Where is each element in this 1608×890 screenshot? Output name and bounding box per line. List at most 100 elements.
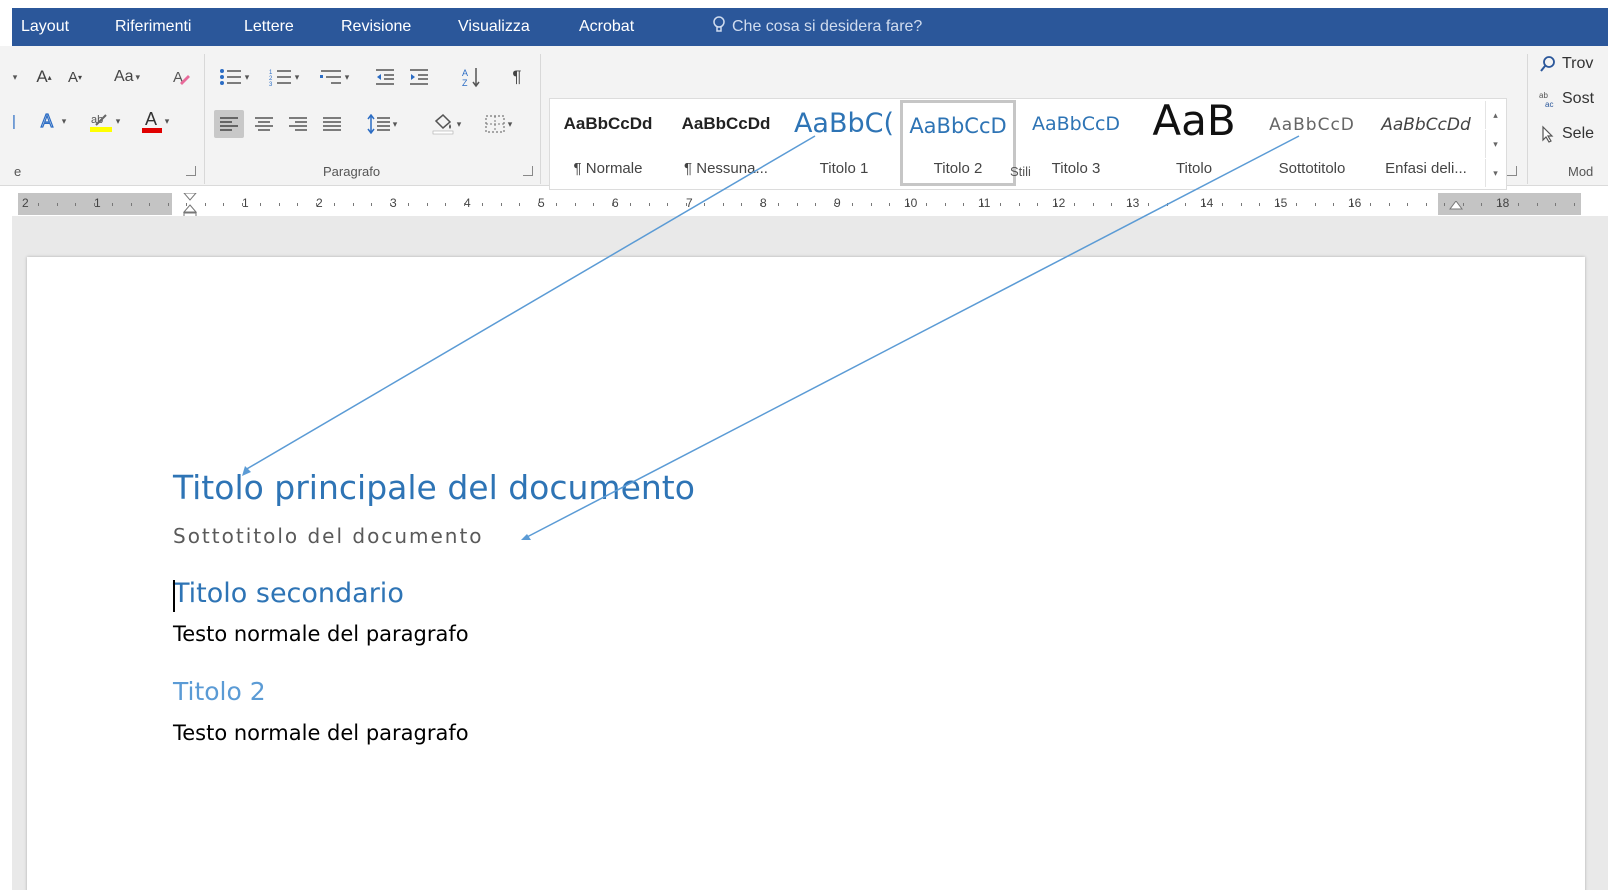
style-titolo-2[interactable]: AaBbCcD Titolo 2 — [900, 100, 1016, 186]
ruler-tick — [556, 203, 557, 206]
styles-group-label: Stili — [1010, 164, 1031, 179]
style-titolo-3[interactable]: AaBbCcD Titolo 3 — [1018, 100, 1134, 186]
ruler-tick — [1056, 203, 1057, 206]
ruler-tick — [1389, 203, 1390, 206]
heading-1[interactable]: Titolo secondario — [173, 578, 404, 609]
ruler-tick — [723, 203, 724, 206]
line-spacing-button[interactable]: ▾ — [360, 110, 404, 138]
font-color-icon: A — [141, 109, 162, 133]
clear-formatting-icon: A — [173, 69, 190, 86]
borders-button[interactable]: ▾ — [476, 110, 520, 138]
ruler-tick — [1537, 203, 1538, 206]
ruler-number: 12 — [1052, 196, 1066, 210]
style-sottotitolo[interactable]: AaBbCcD Sottotitolo — [1254, 100, 1370, 186]
font-size-dropdown-arrow-icon[interactable]: ▾ — [8, 64, 20, 90]
replace-button[interactable]: ab ac Sost — [1538, 86, 1594, 112]
paragraph-dialog-launcher-icon[interactable] — [523, 166, 533, 176]
tell-me-search[interactable]: Che cosa si desidera fare? — [712, 8, 922, 46]
align-center-button[interactable] — [250, 110, 278, 138]
ruler-tick — [741, 203, 742, 206]
numbering-button[interactable]: 1 2 3 ▾ — [262, 64, 306, 90]
style-name: ¶ Nessuna... — [684, 160, 768, 177]
ruler-tick — [963, 203, 964, 206]
shading-button[interactable]: ▾ — [424, 110, 468, 138]
ruler-tick — [704, 203, 705, 206]
ruler-tick — [1204, 203, 1205, 206]
svg-text:A: A — [462, 68, 468, 78]
sort-button[interactable]: AZ — [458, 64, 486, 90]
decrease-indent-button[interactable] — [370, 64, 400, 90]
style-preview: AaBbCcD — [1031, 113, 1121, 135]
align-left-icon — [220, 117, 238, 131]
text-effects-icon: A — [40, 110, 53, 131]
ruler-number: 18 — [1496, 196, 1510, 210]
grow-font-button[interactable]: A ▴ — [31, 64, 57, 90]
find-button[interactable]: Trov — [1538, 51, 1593, 77]
ruler-tick — [168, 203, 169, 206]
tab-revisione[interactable]: Revisione — [341, 8, 411, 46]
ruler-number: 7 — [686, 196, 693, 210]
bold-partial-button[interactable]: | — [8, 108, 20, 134]
ruler-tick — [852, 203, 853, 206]
tab-visualizza[interactable]: Visualizza — [458, 8, 530, 46]
lightbulb-icon — [713, 16, 725, 32]
style-titolo-1[interactable]: AaBbC( Titolo 1 — [786, 100, 902, 186]
multilevel-list-icon — [319, 70, 341, 84]
paragraph-1[interactable]: Testo normale del paragrafo — [173, 622, 469, 646]
shrink-font-button[interactable]: A ▾ — [62, 64, 88, 90]
change-case-button[interactable]: Aa ▾ — [105, 64, 149, 90]
tab-acrobat[interactable]: Acrobat — [579, 8, 634, 46]
highlight-color-button[interactable]: ab ▾ — [82, 108, 126, 134]
style-normale[interactable]: AaBbCcDd ¶ Normale — [550, 100, 666, 186]
ruler-tick — [223, 203, 224, 206]
ruler-tick — [871, 203, 872, 206]
document-title[interactable]: Titolo principale del documento — [173, 468, 695, 507]
gallery-scroll-down-icon[interactable]: ▾ — [1485, 130, 1505, 158]
paragraph-2[interactable]: Testo normale del paragrafo — [173, 721, 469, 745]
tab-riferimenti[interactable]: Riferimenti — [115, 8, 191, 46]
document-page[interactable] — [27, 257, 1585, 890]
text-cursor — [173, 580, 175, 612]
gallery-scroll-up-icon[interactable]: ▴ — [1485, 101, 1505, 129]
ruler-tick — [630, 203, 631, 206]
gallery-more-icon[interactable]: ▾ — [1485, 159, 1505, 187]
text-effects-button[interactable]: A ▾ — [34, 108, 70, 134]
justify-button[interactable] — [318, 110, 346, 138]
ruler-tick — [1241, 203, 1242, 206]
show-formatting-marks-button[interactable]: ¶ — [504, 64, 530, 90]
clear-formatting-button[interactable]: A — [168, 64, 194, 90]
paragraph-group-label: Paragrafo — [323, 164, 381, 179]
word-window: Layout Riferimenti Lettere Revisione Vis… — [0, 0, 1608, 890]
ruler-tick — [1333, 203, 1334, 206]
paint-bucket-icon — [432, 113, 454, 135]
heading-2[interactable]: Titolo 2 — [173, 677, 266, 706]
style-preview: AaB — [1152, 100, 1236, 145]
ruler-tick — [1296, 203, 1297, 206]
align-right-button[interactable] — [284, 110, 312, 138]
ruler-tick — [1074, 203, 1075, 206]
style-enfasi-delicata[interactable]: AaBbCcDd Enfasi deli... — [1368, 100, 1484, 186]
styles-dialog-launcher-icon[interactable] — [1507, 166, 1517, 176]
ruler-tick — [815, 203, 816, 206]
tab-lettere[interactable]: Lettere — [244, 8, 294, 46]
ruler-tick — [686, 203, 687, 206]
font-dialog-launcher-icon[interactable] — [186, 166, 196, 176]
ruler-tick — [1167, 203, 1168, 206]
font-color-button[interactable]: A ▾ — [134, 108, 176, 134]
style-nessuna-spaziatura[interactable]: AaBbCcDd ¶ Nessuna... — [668, 100, 784, 186]
style-titolo[interactable]: AaB Titolo — [1136, 100, 1252, 186]
ruler-tick — [1222, 203, 1223, 206]
horizontal-ruler[interactable]: 2 1 1 2 3 4 5 6 7 8 9 10 11 12 13 14 15 16 18 — [18, 193, 1581, 221]
document-subtitle[interactable]: Sottotitolo del documento — [173, 524, 484, 548]
ruler-tick — [1555, 203, 1556, 206]
select-button[interactable]: Sele — [1538, 121, 1594, 147]
tab-layout[interactable]: Layout — [21, 8, 69, 46]
right-indent-marker-icon[interactable] — [1449, 201, 1463, 213]
ruler-number: 8 — [760, 196, 767, 210]
increase-indent-button[interactable] — [404, 64, 434, 90]
ruler-tick — [279, 203, 280, 206]
bullets-button[interactable]: ▾ — [212, 64, 256, 90]
align-left-button[interactable] — [214, 110, 244, 138]
multilevel-list-button[interactable]: ▾ — [312, 64, 356, 90]
replace-label: Sost — [1562, 90, 1595, 107]
